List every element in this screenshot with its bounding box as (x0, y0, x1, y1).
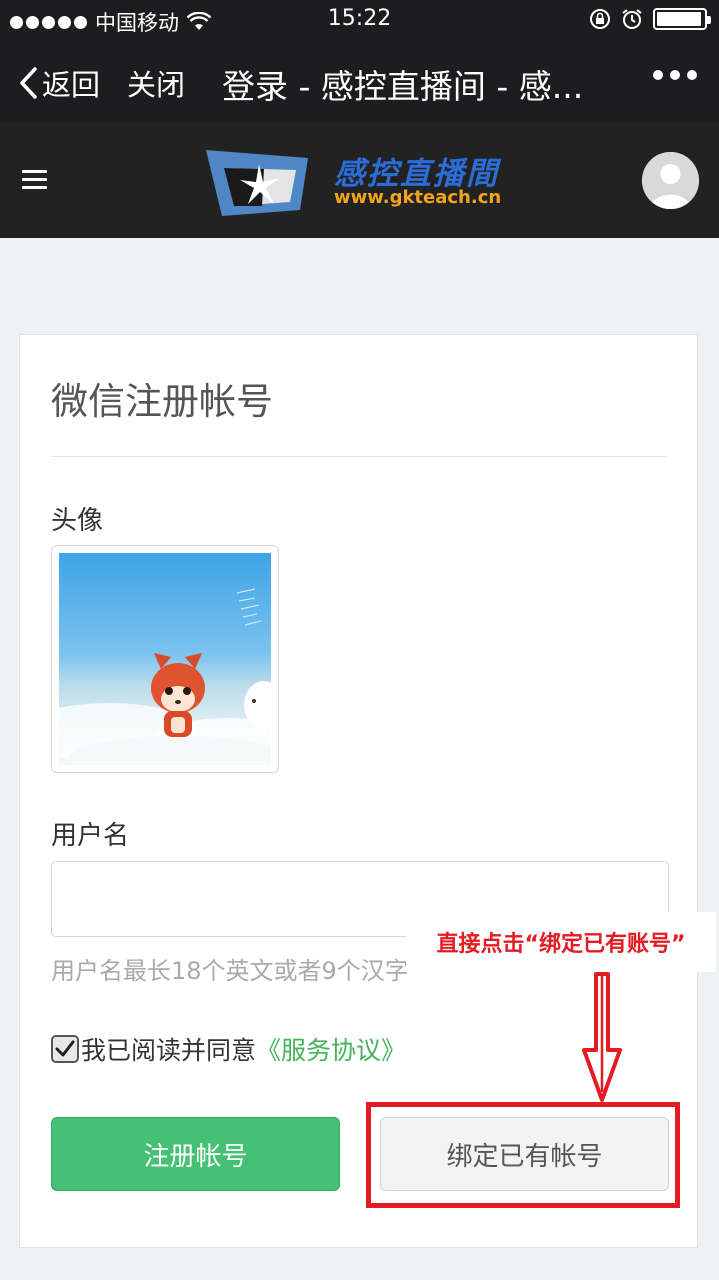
username-label: 用户名 (51, 821, 130, 851)
status-right (589, 8, 711, 30)
checkmark-icon (55, 1040, 75, 1057)
wechat-nav-bar: 返回 关闭 登录 - 感控直播间 - 感... (0, 40, 719, 122)
logo-mark-icon (206, 150, 308, 216)
agree-text: 我已阅读并同意 (81, 1036, 257, 1065)
brand-url: www.gkteach.cn (334, 187, 502, 208)
site-logo[interactable]: 感控直播間 www.gkteach.cn (204, 144, 514, 216)
battery-icon (653, 8, 711, 30)
menu-icon[interactable] (22, 170, 47, 194)
close-button[interactable]: 关闭 (127, 62, 185, 104)
chevron-left-icon (20, 67, 37, 99)
avatar-label: 头像 (51, 506, 104, 536)
cartoon-fox-image (59, 588, 271, 765)
alarm-icon (622, 9, 642, 29)
back-label: 返回 (42, 68, 101, 102)
annotation-instruction: 直接点击“绑定已有账号” (406, 912, 716, 972)
avatar-image (59, 553, 271, 765)
form-title: 微信注册帐号 (51, 380, 273, 423)
back-button[interactable]: 返回 (18, 62, 100, 104)
site-header: 感控直播間 www.gkteach.cn (0, 122, 719, 238)
agree-terms-row: 我已阅读并同意 《服务协议》 (51, 1031, 406, 1067)
username-hint: 用户名最长18个英文或者9个汉字 (51, 957, 409, 985)
annotation-highlight-box (366, 1102, 680, 1208)
divider (51, 456, 667, 457)
page-title: 登录 - 感控直播间 - 感... (222, 67, 584, 106)
agree-checkbox[interactable] (51, 1035, 79, 1063)
avatar-picker[interactable] (51, 545, 279, 773)
register-button[interactable]: 注册帐号 (51, 1117, 340, 1191)
status-bar: 中国移动 15:22 (0, 0, 719, 40)
battery-fill (657, 12, 701, 26)
more-options-icon[interactable] (653, 70, 697, 80)
rotation-lock-icon (590, 9, 610, 29)
user-icon (642, 152, 699, 209)
annotation-arrow-icon (582, 972, 622, 1102)
terms-link[interactable]: 《服务协议》 (256, 1031, 406, 1067)
user-avatar[interactable] (642, 152, 699, 209)
